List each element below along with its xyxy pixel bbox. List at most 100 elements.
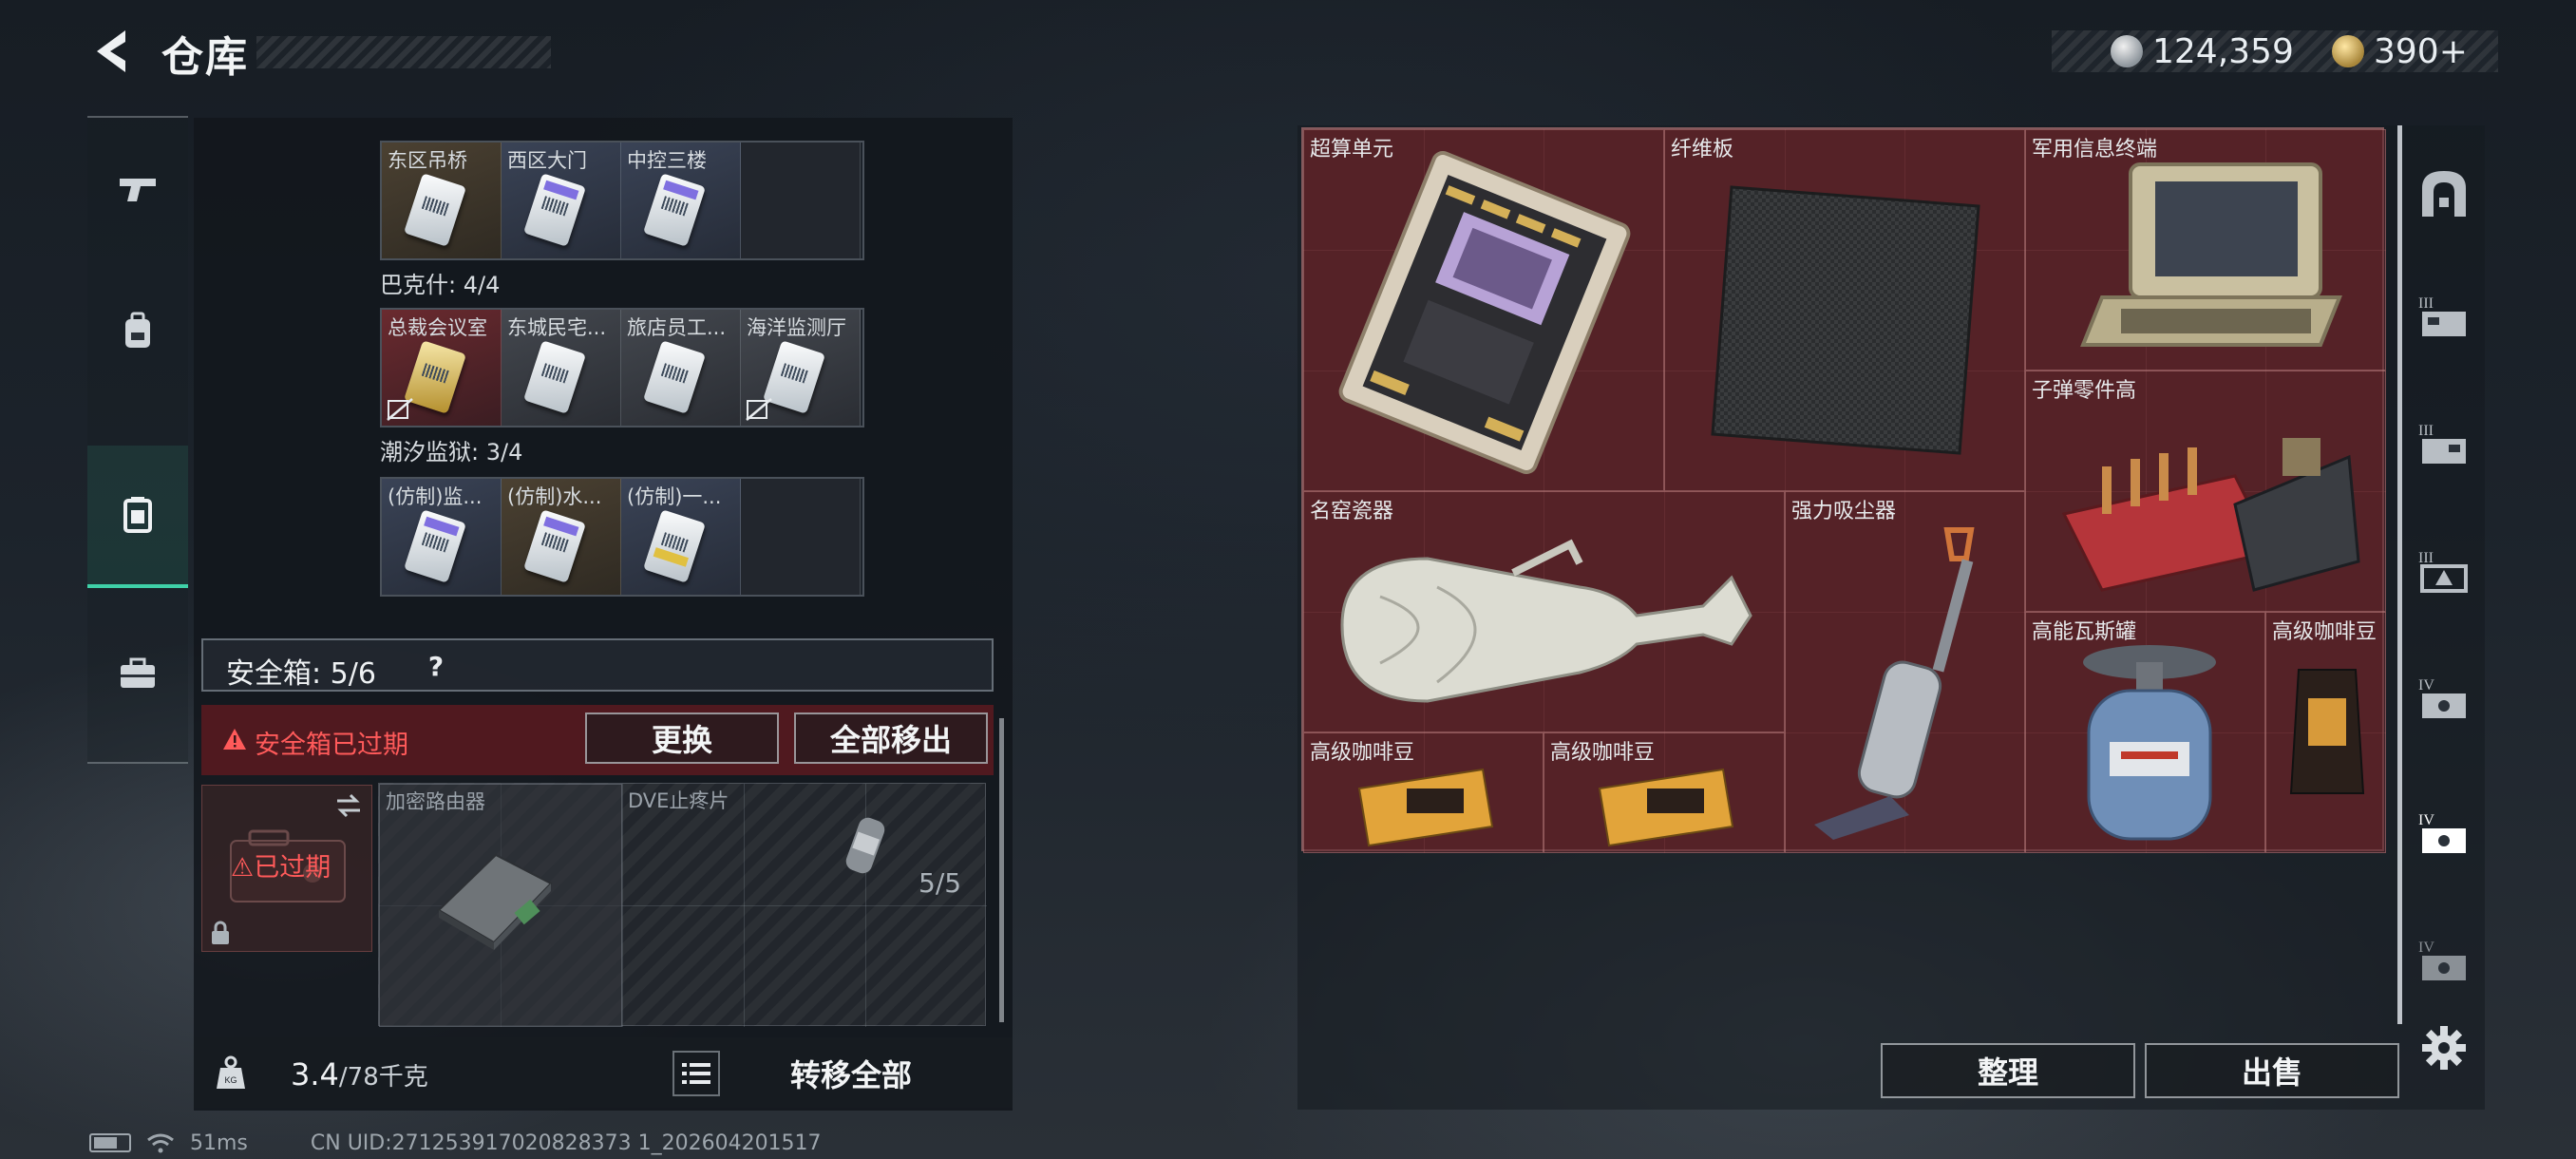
key-row-1: 东区吊桥 西区大门 中控三楼 xyxy=(380,141,864,260)
battery-icon xyxy=(89,1133,131,1152)
status-bar: 51ms CN UID:271253917020828373 1_2026042… xyxy=(89,1130,822,1155)
silver-currency: 124,359 xyxy=(2111,30,2294,72)
stash-item-coffee-beans[interactable]: 高级咖啡豆 xyxy=(1544,732,1785,853)
arch-icon xyxy=(2422,171,2466,217)
svg-text:III: III xyxy=(2418,295,2434,312)
rail-tab-stash-3[interactable]: III xyxy=(2411,283,2477,350)
nav-weapons[interactable] xyxy=(87,118,188,260)
vacuum-cleaner-image xyxy=(1814,527,1975,840)
safe-case-slot[interactable]: ⚠已过期 xyxy=(201,785,372,952)
scrollbar[interactable] xyxy=(999,718,1004,1022)
svg-text:III: III xyxy=(2418,423,2434,439)
key-slot-empty xyxy=(741,479,861,595)
key-slot[interactable]: 西区大门 xyxy=(502,142,621,258)
gold-coin-icon xyxy=(2332,35,2364,67)
gold-currency[interactable]: 390+ xyxy=(2332,30,2468,72)
key-slot[interactable]: (仿制)监... xyxy=(382,479,502,595)
container-icon xyxy=(123,497,152,533)
back-arrow-icon[interactable] xyxy=(87,25,141,78)
warning-icon xyxy=(223,729,246,750)
replace-button[interactable]: 更换 xyxy=(585,712,779,764)
key-slot[interactable]: 总裁会议室 xyxy=(382,310,502,426)
backpack-icon xyxy=(125,312,150,348)
key-collection-list[interactable]: 东区吊桥 西区大门 中控三楼 巴克什: 4/4 总裁会议室 东城民宅... 旅店… xyxy=(194,118,1013,631)
ping-text: 51ms xyxy=(190,1130,248,1155)
coffee-bag-image xyxy=(1357,768,1494,847)
safe-item-router[interactable]: 加密路由器 xyxy=(379,784,622,1027)
expired-badge: ⚠已过期 xyxy=(231,853,331,883)
inventory-footer: KG 3.4/78千克 转移全部 xyxy=(194,1037,1013,1108)
nav-containers[interactable] xyxy=(87,446,188,588)
move-all-out-button[interactable]: 全部移出 xyxy=(794,712,988,764)
stash-item-military-terminal[interactable]: 军用信息终端 xyxy=(2025,129,2386,370)
stash-item-porcelain[interactable]: 名窑瓷器 xyxy=(1303,491,1785,732)
transfer-all-button[interactable]: 转移全部 xyxy=(728,1051,975,1096)
rail-tab-stash-3c[interactable]: III xyxy=(2411,538,2477,604)
lock-icon xyxy=(212,921,229,944)
fiberboard-image xyxy=(1711,185,1980,455)
safe-item-painkiller[interactable]: DVE止疼片 5/5 xyxy=(622,784,961,905)
safe-box-header: 安全箱: 5/6 ? xyxy=(201,638,994,692)
no-link-icon xyxy=(387,398,413,421)
crate-icon: IV xyxy=(2418,812,2466,853)
key-slot-empty xyxy=(741,142,861,258)
coffee-bag-image xyxy=(2289,669,2365,794)
key-slot[interactable]: (仿制)水... xyxy=(502,479,621,595)
svg-text:IV: IV xyxy=(2418,812,2434,828)
rail-tab-stash-4[interactable]: IV xyxy=(2411,665,2477,732)
stash-item-fiberboard[interactable]: 纤维板 xyxy=(1664,129,2025,491)
collection-title: 巴克什: 4/4 xyxy=(380,272,501,298)
wifi-icon xyxy=(147,1133,174,1153)
alert-text: 安全箱已过期 xyxy=(255,731,408,760)
key-slot[interactable]: (仿制)一... xyxy=(621,479,741,595)
list-icon xyxy=(682,1063,710,1084)
inventory-panel: 东区吊桥 西区大门 中控三楼 巴克什: 4/4 总裁会议室 东城民宅... 旅店… xyxy=(194,118,1013,1111)
rail-tab-stash-4b[interactable]: IV xyxy=(2411,927,2477,994)
stash-item-gas-canister[interactable]: 高能瓦斯罐 xyxy=(2025,612,2265,853)
stash-item-vacuum-cleaner[interactable]: 强力吸尘器 xyxy=(1785,491,2025,853)
pistol-icon xyxy=(120,179,156,201)
stash-item-ammo-parts[interactable]: 子弹零件高 xyxy=(2025,370,2386,612)
silver-amount: 124,359 xyxy=(2152,31,2294,71)
keycard-icon xyxy=(642,173,707,247)
gear-icon[interactable] xyxy=(2420,1024,2468,1072)
page-title: 仓库 xyxy=(161,33,249,82)
keycard-icon xyxy=(522,509,587,583)
nav-toolbox[interactable] xyxy=(87,602,188,745)
crate-icon: III xyxy=(2418,295,2466,336)
weight-icon: KG xyxy=(217,1055,245,1089)
crate-icon: III xyxy=(2418,550,2468,593)
swap-icon[interactable] xyxy=(333,791,364,820)
rail-tab-special[interactable] xyxy=(2411,160,2477,226)
nav-equipment[interactable] xyxy=(87,260,188,403)
ammo-parts-image xyxy=(2061,438,2360,592)
gas-canister-image xyxy=(2083,645,2216,841)
rail-tab-stash-4-active[interactable]: IV xyxy=(2411,800,2477,866)
list-view-button[interactable] xyxy=(672,1051,720,1096)
stash-scrollbar[interactable] xyxy=(2397,125,2402,1024)
circuit-board-image xyxy=(1338,151,1631,474)
crate-icon: III xyxy=(2418,423,2466,464)
toolbox-icon xyxy=(121,657,155,688)
stash-item-coffee-beans[interactable]: 高级咖啡豆 xyxy=(2265,612,2386,853)
key-row-3: (仿制)监... (仿制)水... (仿制)一... xyxy=(380,477,864,597)
stash-item-supercomputer-unit[interactable]: 超算单元 xyxy=(1303,129,1664,491)
svg-text:III: III xyxy=(2418,550,2434,566)
svg-text:IV: IV xyxy=(2418,940,2434,956)
key-slot[interactable]: 海洋监测厅 xyxy=(741,310,861,426)
key-row-2: 总裁会议室 东城民宅... 旅店员工... 海洋监测厅 xyxy=(380,308,864,428)
key-slot[interactable]: 东城民宅... xyxy=(502,310,621,426)
key-slot[interactable]: 旅店员工... xyxy=(621,310,741,426)
painkiller-image xyxy=(845,817,885,874)
stash-item-coffee-beans[interactable]: 高级咖啡豆 xyxy=(1303,732,1544,853)
keycard-icon xyxy=(522,340,587,414)
gold-amount: 390+ xyxy=(2374,31,2468,71)
sort-button[interactable]: 整理 xyxy=(1881,1043,2135,1098)
svg-text:IV: IV xyxy=(2418,677,2434,694)
key-slot[interactable]: 东区吊桥 xyxy=(382,142,502,258)
help-icon[interactable]: ? xyxy=(418,648,454,684)
key-slot[interactable]: 中控三楼 xyxy=(621,142,741,258)
rail-tab-stash-3b[interactable]: III xyxy=(2411,410,2477,477)
sell-button[interactable]: 出售 xyxy=(2145,1043,2399,1098)
silver-coin-icon xyxy=(2111,35,2143,67)
